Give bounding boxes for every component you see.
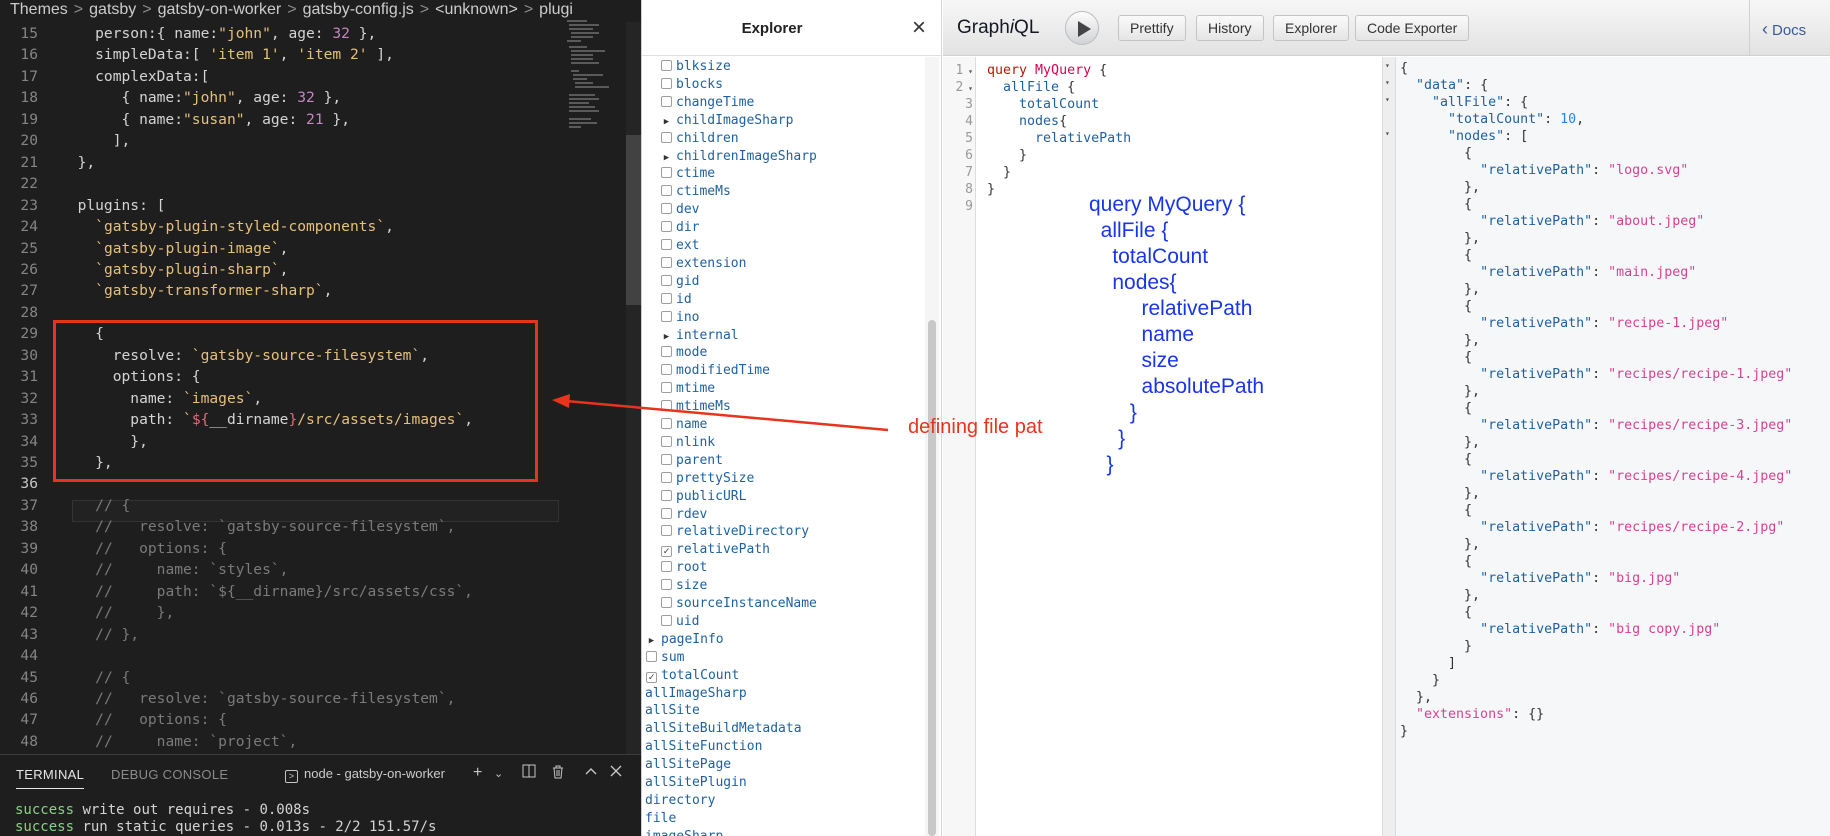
annotation-label: defining file pat — [908, 416, 1043, 438]
